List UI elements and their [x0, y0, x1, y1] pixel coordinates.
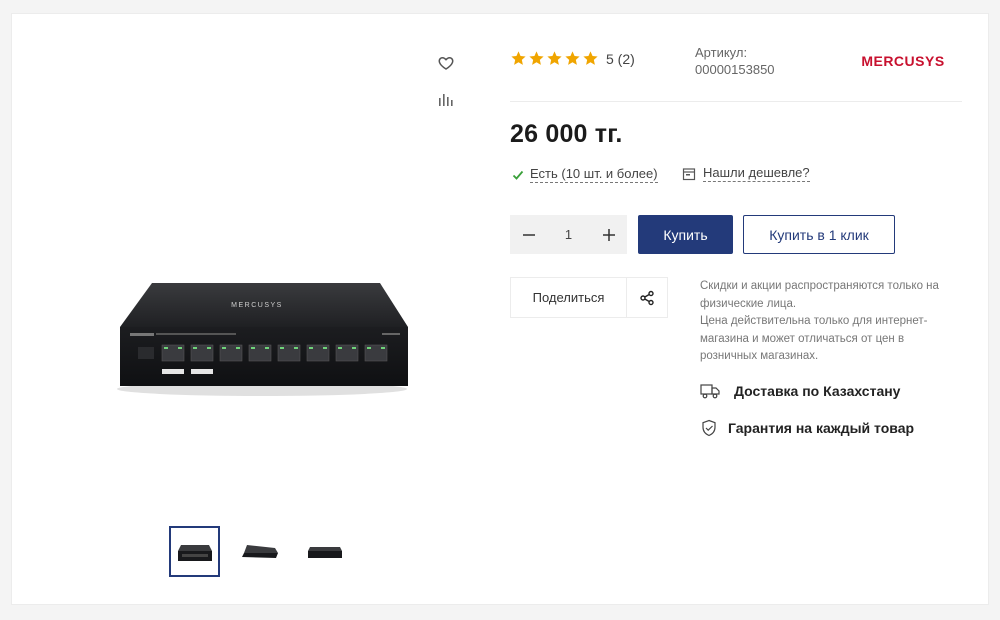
truck-icon — [700, 384, 720, 399]
compare-chart-icon[interactable] — [437, 91, 455, 109]
share-button[interactable]: Поделиться — [510, 277, 668, 318]
heart-icon[interactable] — [437, 54, 455, 72]
warranty-feature: Гарантия на каждый товар — [700, 419, 914, 437]
star-icon — [547, 51, 562, 65]
rating-text: 5 (2) — [606, 50, 635, 67]
found-cheaper-text: Нашли дешевле? — [703, 165, 810, 182]
svg-text:MERCUSYS: MERCUSYS — [231, 302, 283, 309]
star-icon — [511, 51, 526, 65]
pricing-note-line-1: Скидки и акции распространяются только н… — [700, 280, 939, 310]
quantity-stepper — [510, 215, 627, 254]
product-info: 5 (2) Артикул: 00000153850 MERCUSYS 26 0… — [510, 14, 970, 606]
delivery-feature: Доставка по Казахстану — [700, 382, 900, 400]
share-label: Поделиться — [511, 278, 627, 317]
sku: Артикул: 00000153850 — [695, 44, 775, 78]
product-card: MERCUSYS 5 (2) Артикул: 00000153850 MERC… — [11, 13, 989, 605]
star-icon — [529, 51, 544, 65]
pricing-note-line-2: Цена действительна только для интернет-м… — [700, 315, 928, 362]
thumbnail-2[interactable] — [234, 526, 285, 577]
rating-stars — [510, 50, 599, 67]
side-actions — [437, 54, 459, 128]
plus-icon[interactable] — [600, 226, 617, 243]
star-icon — [583, 51, 598, 65]
product-gallery: MERCUSYS — [12, 14, 482, 606]
check-icon — [512, 170, 524, 180]
divider — [510, 101, 962, 102]
rating[interactable]: 5 (2) — [510, 50, 635, 67]
shield-check-icon — [702, 419, 716, 437]
thumbnail-3[interactable] — [299, 526, 350, 577]
thumbnail-strip — [169, 526, 350, 578]
found-cheaper-link[interactable]: Нашли дешевле? — [682, 165, 810, 182]
buy-one-click-button[interactable]: Купить в 1 клик — [743, 215, 895, 254]
calendar-icon — [682, 167, 696, 180]
sku-label: Артикул: — [695, 45, 748, 60]
delivery-text: Доставка по Казахстану — [734, 383, 901, 399]
brand-logo[interactable]: MERCUSYS — [848, 52, 958, 70]
sku-value: 00000153850 — [695, 62, 775, 77]
quantity-input[interactable] — [553, 227, 584, 242]
stock-status[interactable]: Есть (10 шт. и более) — [512, 166, 658, 183]
thumbnail-1[interactable] — [169, 526, 220, 577]
price: 26 000 тг. — [510, 120, 623, 148]
warranty-text: Гарантия на каждый товар — [728, 420, 915, 436]
pricing-note: Скидки и акции распространяются только н… — [700, 278, 962, 366]
stock-text: Есть (10 шт. и более) — [530, 166, 658, 183]
share-icon[interactable] — [627, 278, 667, 317]
brand-name: MERCUSYS — [861, 53, 944, 69]
minus-icon[interactable] — [520, 226, 537, 243]
buy-button[interactable]: Купить — [638, 215, 733, 254]
product-main-image[interactable]: MERCUSYS — [112, 269, 412, 404]
star-icon — [565, 51, 580, 65]
